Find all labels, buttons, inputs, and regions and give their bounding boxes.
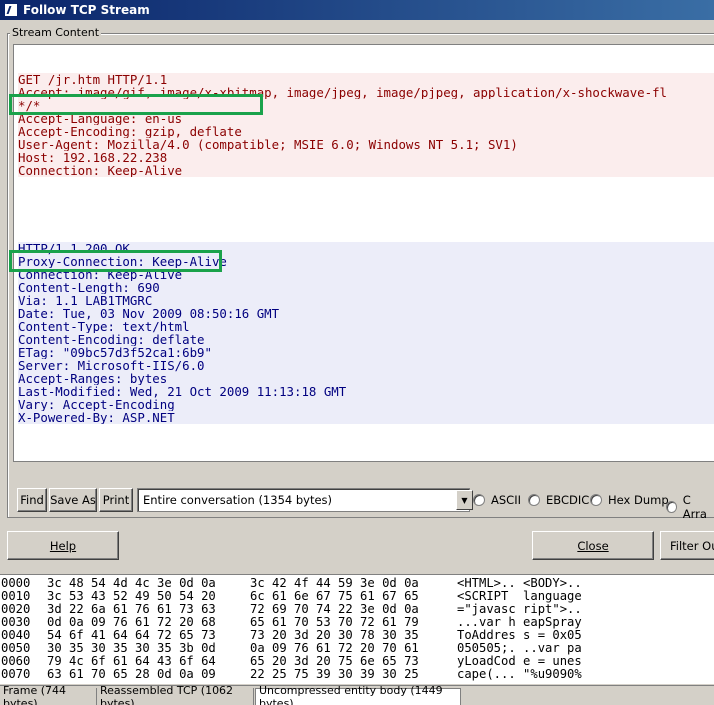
radio-button-icon — [473, 494, 485, 506]
stream-line: Via: 1.1 LAB1TMGRC — [18, 294, 714, 307]
hex-offset: 0070 — [1, 667, 31, 681]
conversation-select[interactable]: Entire conversation (1354 bytes) — [137, 488, 470, 512]
stream-line: Accept-Ranges: bytes — [18, 372, 714, 385]
hex-row: 0070 63 61 70 65 28 0d 0a 09 22 25 75 39 3… — [0, 668, 714, 681]
find-button[interactable]: Find — [17, 488, 47, 512]
hex-dump-pane[interactable]: 0000 3c 48 54 4d 4c 3e 0d 0a 3c 42 4f 44 5… — [0, 574, 714, 684]
close-button[interactable]: Close — [532, 531, 654, 560]
tab-frame[interactable]: Frame (744 bytes) — [0, 684, 97, 705]
hex-bytes-1: 63 61 70 65 28 0d 0a 09 — [47, 667, 216, 681]
byte-view-tabs: Frame (744 bytes) Reassembled TCP (1062 … — [0, 684, 714, 705]
radio-carrays[interactable]: C Arra — [666, 493, 714, 521]
wireshark-app-icon — [4, 3, 18, 17]
stream-line: ETag: "09bc57d3f52ca1:6b9" — [18, 346, 714, 359]
stream-toolbar: Find Save As Print Entire conversation (… — [13, 488, 714, 521]
response-block: HTTP/1.1 200 OK Proxy-Connection: Keep-Al… — [18, 242, 714, 424]
print-button[interactable]: Print — [99, 488, 133, 512]
radio-carrays-label: C Arra — [682, 493, 707, 521]
request-block: GET /jr.htm HTTP/1.1 Accept: image/gif, i… — [18, 73, 714, 177]
stream-content-label: Stream Content — [10, 26, 102, 39]
radio-ebcdic[interactable]: EBCDIC — [528, 493, 589, 507]
stream-line: X-Powered-By: ASP.NET — [18, 411, 714, 424]
stream-line: Connection: Keep-Alive — [18, 164, 714, 177]
conversation-select-value: Entire conversation (1354 bytes) — [143, 493, 333, 507]
stream-line: GET /jr.htm HTTP/1.1 — [18, 73, 714, 86]
stream-line: Accept: image/gif, image/x-xbitmap, imag… — [18, 86, 714, 99]
radio-hexdump[interactable]: Hex Dump — [590, 493, 669, 507]
title-bar[interactable]: Follow TCP Stream — [0, 0, 714, 20]
stream-line: Date: Tue, 03 Nov 2009 08:50:16 GMT — [18, 307, 714, 320]
help-button-label: Help — [49, 538, 77, 553]
save-as-button[interactable]: Save As — [49, 488, 97, 512]
stream-line: Host: 192.168.22.238 — [18, 151, 714, 164]
stream-line: Proxy-Connection: Keep-Alive — [18, 255, 714, 268]
radio-button-icon — [666, 501, 677, 513]
stream-line: User-Agent: Mozilla/4.0 (compatible; MSI… — [18, 138, 714, 151]
stream-line: Accept-Language: en-us — [18, 112, 714, 125]
radio-ebcdic-label: EBCDIC — [546, 493, 590, 507]
stream-line: Content-Type: text/html — [18, 320, 714, 333]
radio-button-icon — [590, 494, 602, 506]
stream-line: Content-Encoding: deflate — [18, 333, 714, 346]
stream-line: Last-Modified: Wed, 21 Oct 2009 11:13:18… — [18, 385, 714, 398]
close-button-label: Close — [577, 538, 609, 553]
radio-ascii-label: ASCII — [491, 493, 521, 507]
stream-line: HTTP/1.1 200 OK — [18, 242, 714, 255]
tab-uncompressed-entity-body[interactable]: Uncompressed entity body (1449 bytes) — [255, 684, 461, 705]
chevron-down-icon[interactable]: ▼ — [456, 490, 473, 510]
radio-hexdump-label: Hex Dump — [608, 493, 669, 507]
window-title: Follow TCP Stream — [23, 3, 150, 17]
help-button[interactable]: Help — [7, 531, 119, 560]
stream-line: Content-Length: 690 — [18, 281, 714, 294]
stream-line: */* — [18, 99, 714, 112]
stream-line: Server: Microsoft-IIS/6.0 — [18, 359, 714, 372]
stream-line: Vary: Accept-Encoding — [18, 398, 714, 411]
filter-out-button[interactable]: Filter Out — [660, 531, 714, 560]
stream-content-text[interactable]: GET /jr.htm HTTP/1.1 Accept: image/gif, i… — [13, 44, 714, 462]
filter-out-button-label: Filter Out — [670, 538, 714, 553]
radio-ascii[interactable]: ASCII — [473, 493, 521, 507]
stream-line: Accept-Encoding: gzip, deflate — [18, 125, 714, 138]
stream-line: Connection: Keep-Alive — [18, 268, 714, 281]
radio-button-icon — [528, 494, 540, 506]
tab-reassembled-tcp[interactable]: Reassembled TCP (1062 bytes) — [97, 684, 254, 705]
hex-ascii: cape(... "%u9090% — [457, 667, 582, 681]
hex-bytes-2: 22 25 75 39 30 39 30 25 — [250, 667, 419, 681]
